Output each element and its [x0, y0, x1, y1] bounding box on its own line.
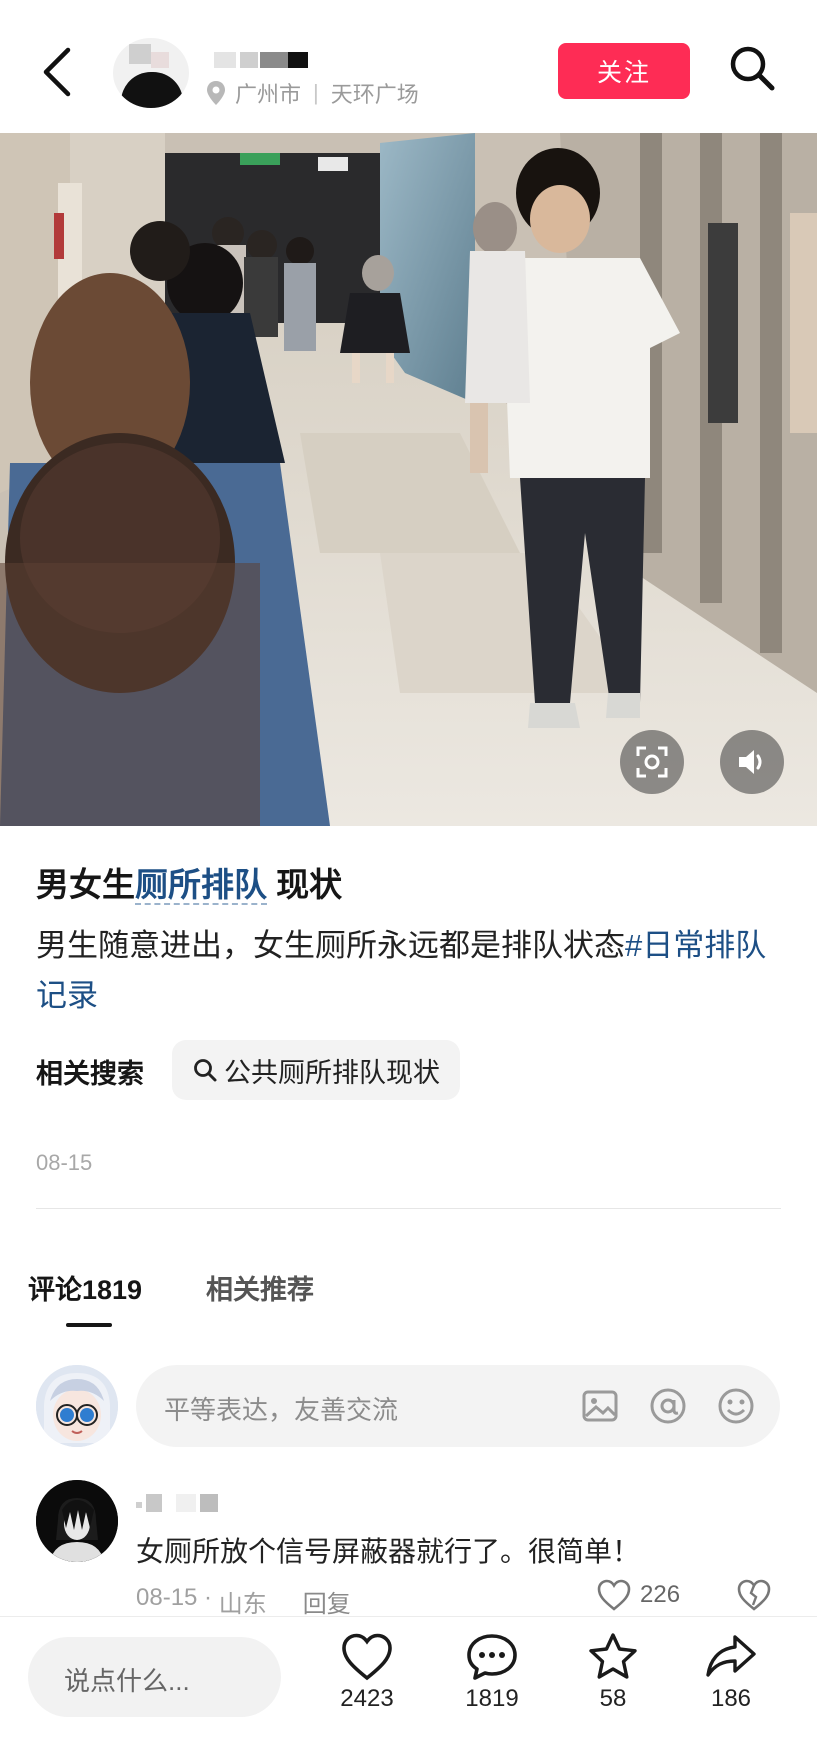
comment-dislike-button[interactable]	[736, 1578, 772, 1617]
commenter-avatar[interactable]	[36, 1480, 118, 1562]
meta-separator: ·	[197, 1584, 219, 1611]
divider	[36, 1208, 781, 1209]
location-city: 广州市	[235, 82, 302, 107]
author-avatar[interactable]	[113, 38, 189, 108]
comment-meta: 08-15 · 山东 回复	[136, 1584, 351, 1619]
comment-like-button[interactable]: 226	[596, 1578, 680, 1612]
avatar-blur	[151, 52, 169, 68]
comment-button[interactable]: 1819	[437, 1631, 547, 1741]
post-description: 男生随意进出，女生厕所永远都是排队状态#日常排队记录	[36, 921, 786, 1021]
search-icon	[194, 1059, 217, 1082]
search-button[interactable]	[726, 42, 778, 94]
comment-region: 山东	[218, 1591, 267, 1618]
anime-avatar-image	[36, 1365, 118, 1447]
commenter-name-redacted[interactable]	[136, 1494, 218, 1512]
active-tab-indicator	[66, 1323, 112, 1327]
search-icon	[730, 46, 775, 91]
related-search-label: 相关搜索	[36, 1059, 144, 1089]
comment-input-placeholder: 平等表达，友善交流	[164, 1395, 399, 1425]
related-search-text: 公共厕所排队现状	[224, 1057, 440, 1088]
description-text: 男生随意进出，女生厕所永远都是排队状态	[36, 928, 625, 963]
top-bar: 广州市 | 天环广场 关注	[0, 0, 817, 133]
photo-illustration	[0, 133, 817, 826]
back-button[interactable]	[38, 44, 78, 100]
title-keyword-link[interactable]: 厕所排队	[135, 866, 267, 905]
comment-input[interactable]: 平等表达，友善交流	[136, 1365, 780, 1447]
broken-heart-icon	[737, 1579, 771, 1611]
fullscreen-button[interactable]	[620, 730, 684, 794]
like-button[interactable]: 2423	[312, 1631, 422, 1741]
share-icon	[706, 1635, 756, 1677]
star-icon	[589, 1633, 637, 1679]
heart-icon	[342, 1633, 392, 1681]
comment-date: 08-15	[136, 1584, 198, 1611]
post-title: 男女生厕所排队 现状	[36, 858, 342, 906]
tab-related[interactable]: 相关推荐	[206, 1268, 314, 1307]
location-tag[interactable]: 广州市 | 天环广场	[205, 78, 419, 108]
location-place: 天环广场	[330, 82, 419, 107]
follow-button[interactable]: 关注	[558, 43, 690, 99]
quick-comment-placeholder: 说点什么...	[64, 1666, 190, 1696]
related-search-chip[interactable]: 公共厕所排队现状	[172, 1040, 460, 1100]
avatar-silhouette	[121, 72, 183, 108]
back-arrow-icon	[43, 47, 71, 97]
share-count: 186	[710, 1685, 752, 1712]
comment-count: 1819	[465, 1685, 519, 1712]
quick-comment-input[interactable]: 说点什么...	[28, 1637, 281, 1717]
reply-button[interactable]: 回复	[303, 1584, 351, 1619]
volume-button[interactable]	[720, 730, 784, 794]
emoji-icon[interactable]	[716, 1386, 756, 1426]
image-icon[interactable]	[580, 1386, 620, 1426]
comment-text: 女厕所放个信号屏蔽器就行了。很简单！	[136, 1536, 641, 1567]
like-count: 2423	[340, 1685, 394, 1712]
location-pin-icon	[207, 81, 225, 105]
share-button[interactable]: 186	[676, 1631, 786, 1741]
title-prefix: 男女生	[36, 866, 135, 903]
title-suffix: 现状	[267, 866, 343, 903]
fullscreen-icon	[636, 746, 668, 778]
post-photo[interactable]	[0, 133, 817, 826]
commenter-avatar-image	[36, 1480, 118, 1562]
bottom-action-bar: 说点什么... 2423 1819 58 186	[0, 1616, 817, 1745]
comment-icon	[467, 1634, 517, 1680]
at-icon[interactable]	[648, 1386, 688, 1426]
favorite-count: 58	[599, 1685, 627, 1712]
location-separator: |	[313, 80, 319, 105]
favorite-button[interactable]: 58	[558, 1631, 668, 1741]
avatar-blur	[129, 44, 151, 64]
tab-comments[interactable]: 评论1819	[28, 1268, 142, 1307]
post-date: 08-15	[36, 1150, 93, 1175]
my-avatar[interactable]	[36, 1365, 118, 1447]
volume-icon	[739, 750, 762, 774]
heart-icon	[597, 1579, 631, 1611]
comment-like-count: 226	[640, 1581, 681, 1608]
author-name-redacted[interactable]	[214, 52, 308, 72]
